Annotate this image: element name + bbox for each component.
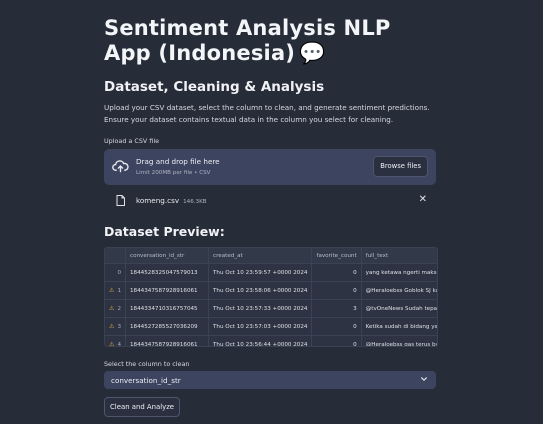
- cell-created-at: Thu Oct 10 23:58:06 +0000 2024: [208, 281, 313, 300]
- file-name-text: komeng.csv: [136, 196, 180, 205]
- cell-conversation-id: 1844347587928916061: [125, 335, 209, 346]
- warning-icon: ⚠: [109, 341, 115, 347]
- cell-full-text: @Heraloebss Goblok SJ kalau: [361, 281, 437, 300]
- column-header[interactable]: created_at: [208, 248, 313, 264]
- column-header[interactable]: favorite_count: [311, 248, 362, 264]
- cell-conversation-id: 1844528325047579013: [125, 263, 209, 282]
- page-title: Sentiment Analysis NLP App (Indonesia) 💬: [104, 16, 444, 66]
- cell-favorite-count: 0: [311, 281, 362, 300]
- column-select-value: conversation_id_str: [111, 376, 181, 385]
- warning-icon: ⚠: [109, 305, 115, 312]
- chevron-down-icon: [421, 377, 427, 381]
- page-title-text: Sentiment Analysis NLP App (Indonesia): [104, 16, 391, 65]
- row-index: ⚠ 2: [105, 299, 126, 318]
- cell-conversation-id: 1844527285527036209: [125, 317, 209, 336]
- row-index-text: 4: [117, 342, 121, 347]
- preview-heading: Dataset Preview:: [104, 224, 225, 239]
- speech-bubble-icon: 💬: [299, 41, 326, 65]
- table-row[interactable]: 0 1844528325047579013 Thu Oct 10 23:59:57 …: [105, 263, 437, 282]
- cell-full-text: Ketika sudah di bidang yang l: [361, 317, 437, 336]
- cell-created-at: Thu Oct 10 23:57:03 +0000 2024: [208, 317, 313, 336]
- cell-created-at: Thu Oct 10 23:59:57 +0000 2024: [208, 263, 313, 282]
- dropzone-limit: Limit 200MB per file • CSV: [136, 170, 211, 176]
- cell-full-text: @tvOneNews Sudah tepat pal: [361, 299, 437, 318]
- dataframe-preview[interactable]: conversation_id_str created_at favorite_…: [104, 247, 438, 347]
- dropzone-instruction: Drag and drop file here: [136, 157, 220, 166]
- file-dropzone[interactable]: Drag and drop file here Limit 200MB per …: [104, 149, 436, 185]
- table-row[interactable]: ⚠ 3 1844527285527036209 Thu Oct 10 23:57:03…: [105, 317, 437, 336]
- column-header[interactable]: [105, 248, 126, 264]
- row-index-text: 3: [117, 324, 121, 330]
- data-table: conversation_id_str created_at favorite_…: [105, 248, 437, 347]
- file-name: komeng.csv 146.3KB: [136, 196, 207, 205]
- row-index: 0: [105, 263, 126, 282]
- cell-conversation-id: 1844334710316757045: [125, 299, 209, 318]
- cell-created-at: Thu Oct 10 23:56:44 +0000 2024: [208, 335, 313, 346]
- table-row[interactable]: ⚠ 1 1844347587928916061 Thu Oct 10 23:58:06…: [105, 281, 437, 300]
- warning-icon: ⚠: [109, 287, 115, 294]
- row-index-text: 2: [117, 306, 121, 312]
- section-heading: Dataset, Cleaning & Analysis: [104, 79, 325, 95]
- row-index-text: 1: [117, 288, 121, 294]
- browse-files-button[interactable]: Browse files: [373, 156, 428, 177]
- column-header[interactable]: conversation_id_str: [125, 248, 209, 264]
- column-header[interactable]: full_text: [361, 248, 437, 264]
- cell-favorite-count: 3: [311, 299, 362, 318]
- row-index: ⚠ 3: [105, 317, 126, 336]
- uploaded-file: komeng.csv 146.3KB ✕: [104, 194, 436, 208]
- file-icon: [116, 195, 125, 206]
- cell-full-text: @Heraloebss gas terus bang k: [361, 335, 437, 346]
- close-icon[interactable]: ✕: [419, 194, 427, 205]
- cell-full-text: yang ketawa ngerti maksud ko: [361, 263, 437, 282]
- table-header-row: conversation_id_str created_at favorite_…: [105, 248, 437, 264]
- cell-conversation-id: 1844347587928916061: [125, 281, 209, 300]
- table-row[interactable]: ⚠ 4 1844347587928916061 Thu Oct 10 23:56:44…: [105, 335, 437, 347]
- warning-icon: ⚠: [109, 323, 115, 330]
- row-index: ⚠ 1: [105, 281, 126, 300]
- cloud-upload-icon: [112, 160, 129, 173]
- column-select-label: Select the column to clean: [104, 360, 190, 368]
- cell-favorite-count: 0: [311, 263, 362, 282]
- cell-created-at: Thu Oct 10 23:57:33 +0000 2024: [208, 299, 313, 318]
- cell-favorite-count: 0: [311, 317, 362, 336]
- file-size: 146.3KB: [183, 199, 207, 205]
- clean-and-analyze-button[interactable]: Clean and Analyze: [104, 397, 181, 417]
- row-index: ⚠ 4: [105, 335, 126, 347]
- row-index-text: 0: [117, 269, 121, 276]
- section-description: Upload your CSV dataset, select the colu…: [104, 103, 430, 124]
- cell-favorite-count: 0: [311, 335, 362, 346]
- upload-label: Upload a CSV file: [104, 137, 160, 145]
- table-row[interactable]: ⚠ 2 1844334710316757045 Thu Oct 10 23:57:33…: [105, 299, 437, 318]
- column-select[interactable]: conversation_id_str: [104, 371, 436, 389]
